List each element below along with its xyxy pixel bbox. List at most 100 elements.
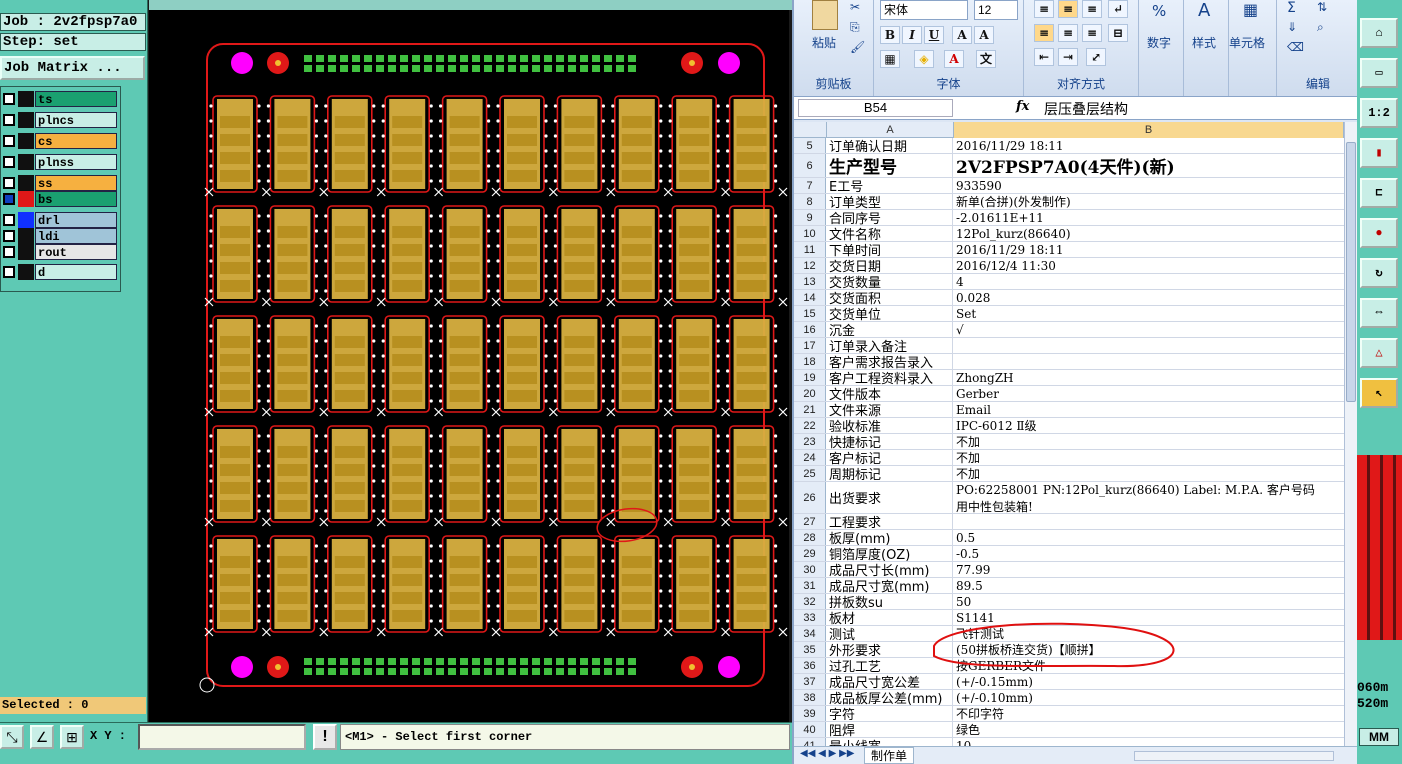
cell-b[interactable]: 不加 xyxy=(954,450,1344,465)
cell-a[interactable]: 客户需求报告录入 xyxy=(827,354,953,371)
snap-icon[interactable]: ● xyxy=(1360,218,1398,248)
row-number[interactable]: 8 xyxy=(794,194,826,209)
cell-a[interactable]: 验收标准 xyxy=(827,418,953,435)
font-name-select[interactable]: 宋体 xyxy=(880,0,968,20)
home-icon[interactable]: ⌂ xyxy=(1360,18,1398,48)
layer-checkbox[interactable] xyxy=(3,246,15,258)
cell-b[interactable]: Email xyxy=(954,402,1344,417)
name-box[interactable]: B54 xyxy=(798,99,953,117)
number-group[interactable]: % 数字 xyxy=(1139,0,1184,96)
cell-a[interactable]: 成品尺寸长(mm) xyxy=(827,562,953,579)
layer-row-plncs[interactable]: plncs xyxy=(1,112,120,128)
fx-icon[interactable]: fx xyxy=(1016,99,1029,114)
row-number[interactable]: 27 xyxy=(794,514,826,529)
copy-icon[interactable]: ⎘ xyxy=(850,20,860,35)
cell-a[interactable]: 成品尺寸宽(mm) xyxy=(827,578,953,595)
layer-row-rout[interactable]: rout xyxy=(1,244,120,260)
align-bottom-icon[interactable]: ≡ xyxy=(1082,0,1102,18)
move-icon[interactable]: ⇔ xyxy=(1360,298,1398,328)
layer-name[interactable]: cs xyxy=(35,133,117,149)
layer-checkbox[interactable] xyxy=(3,266,15,278)
zoom-tool-icon[interactable]: ⤡ xyxy=(0,725,24,749)
row-number[interactable]: 19 xyxy=(794,370,826,385)
grow-font-icon[interactable]: A xyxy=(952,26,972,44)
decrease-indent-icon[interactable]: ⇤ xyxy=(1034,48,1054,66)
cell-b[interactable]: -0.5 xyxy=(954,546,1344,561)
row-number[interactable]: 26 xyxy=(794,482,826,513)
row-number[interactable]: 35 xyxy=(794,642,826,657)
cell-b[interactable]: 2V2FPSP7A0(4天件)(新) xyxy=(954,154,1344,177)
sort-filter-icon[interactable]: ⇅ xyxy=(1317,0,1327,14)
cell-a[interactable]: 交货日期 xyxy=(827,258,953,275)
row-number[interactable]: 38 xyxy=(794,690,826,705)
cell-b[interactable]: S1141 xyxy=(954,610,1344,625)
row-number[interactable]: 39 xyxy=(794,706,826,721)
shrink-font-icon[interactable]: A xyxy=(974,26,994,44)
cell-b[interactable]: 不印字符 xyxy=(954,706,1344,721)
layer-row-d[interactable]: d xyxy=(1,264,120,280)
row-number[interactable]: 13 xyxy=(794,274,826,289)
fill-color-icon[interactable]: ◈ xyxy=(914,50,934,68)
row-number[interactable]: 9 xyxy=(794,210,826,225)
cell-a[interactable]: 合同序号 xyxy=(827,210,953,227)
row-number[interactable]: 40 xyxy=(794,722,826,737)
cell-b[interactable] xyxy=(954,338,1344,353)
cell-a[interactable]: 成品板厚公差(mm) xyxy=(827,690,953,707)
row-number[interactable]: 21 xyxy=(794,402,826,417)
cell-a[interactable]: 客户工程资料录入 xyxy=(827,370,953,387)
cell-b[interactable]: 0.028 xyxy=(954,290,1344,305)
row-number[interactable]: 7 xyxy=(794,178,826,193)
cell-b[interactable]: 50 xyxy=(954,594,1344,609)
select-all-corner[interactable] xyxy=(794,122,827,138)
cell-group[interactable]: ▦ 单元格 xyxy=(1229,0,1277,96)
cell-b[interactable]: 新单(合拼)(外发制作) xyxy=(954,194,1344,209)
paste-icon[interactable] xyxy=(812,0,838,30)
cell-a[interactable]: 成品尺寸宽公差 xyxy=(827,674,953,691)
layer-row-ts[interactable]: ts xyxy=(1,91,120,107)
layer-row-drl[interactable]: drl xyxy=(1,212,120,228)
cell-a[interactable]: 交货面积 xyxy=(827,290,953,307)
row-number[interactable]: 34 xyxy=(794,626,826,641)
cell-b[interactable]: 2016/12/4 11:30 xyxy=(954,258,1344,273)
layer-row-cs[interactable]: cs xyxy=(1,133,120,149)
cell-b[interactable]: 不加 xyxy=(954,434,1344,449)
cell-b[interactable]: 933590 xyxy=(954,178,1344,193)
layer-name[interactable]: d xyxy=(35,264,117,280)
measure-icon[interactable]: △ xyxy=(1360,338,1398,368)
clear-icon[interactable]: ⌫ xyxy=(1287,40,1304,54)
increase-indent-icon[interactable]: ⇥ xyxy=(1058,48,1078,66)
layer-checkbox[interactable] xyxy=(3,177,15,189)
row-number[interactable]: 20 xyxy=(794,386,826,401)
row-number[interactable]: 30 xyxy=(794,562,826,577)
cell-a[interactable]: 板厚(mm) xyxy=(827,530,953,547)
cell-b[interactable]: 绿色 xyxy=(954,722,1344,737)
align-top-icon[interactable]: ≡ xyxy=(1034,0,1054,18)
layer-name[interactable]: rout xyxy=(35,244,117,260)
cell-b[interactable]: ZhongZH xyxy=(954,370,1344,385)
cell-b[interactable]: 不加 xyxy=(954,466,1344,481)
cell-a[interactable]: 过孔工艺 xyxy=(827,658,953,675)
border-icon[interactable]: ▦ xyxy=(880,50,900,68)
cell-b[interactable]: 2016/11/29 18:11 xyxy=(954,242,1344,257)
row-number[interactable]: 24 xyxy=(794,450,826,465)
layer-row-ss[interactable]: ss xyxy=(1,175,120,191)
bold-icon[interactable]: B xyxy=(880,26,900,44)
cell-b[interactable]: 按GERBER文件 xyxy=(954,658,1344,673)
layer-checkbox[interactable] xyxy=(3,193,15,205)
font-size-select[interactable]: 12 xyxy=(974,0,1018,20)
layer-name[interactable]: drl xyxy=(35,212,117,228)
cell-a[interactable]: 快捷标记 xyxy=(827,434,953,451)
xy-input[interactable] xyxy=(138,724,306,750)
cell-b[interactable]: 89.5 xyxy=(954,578,1344,593)
layer-checkbox[interactable] xyxy=(3,230,15,242)
scroll-thumb[interactable] xyxy=(1346,142,1356,402)
cell-a[interactable]: 交货数量 xyxy=(827,274,953,291)
layer-name[interactable]: ss xyxy=(35,175,117,191)
underline-icon[interactable]: U xyxy=(924,26,944,44)
row-number[interactable]: 10 xyxy=(794,226,826,241)
cell-b[interactable]: IPC-6012 Ⅱ级 xyxy=(954,418,1344,433)
cell-a[interactable]: 生产型号 xyxy=(827,154,953,178)
cell-a[interactable]: 阻焊 xyxy=(827,722,953,739)
cell-a[interactable]: 工程要求 xyxy=(827,514,953,531)
cell-b[interactable]: Gerber xyxy=(954,386,1344,401)
